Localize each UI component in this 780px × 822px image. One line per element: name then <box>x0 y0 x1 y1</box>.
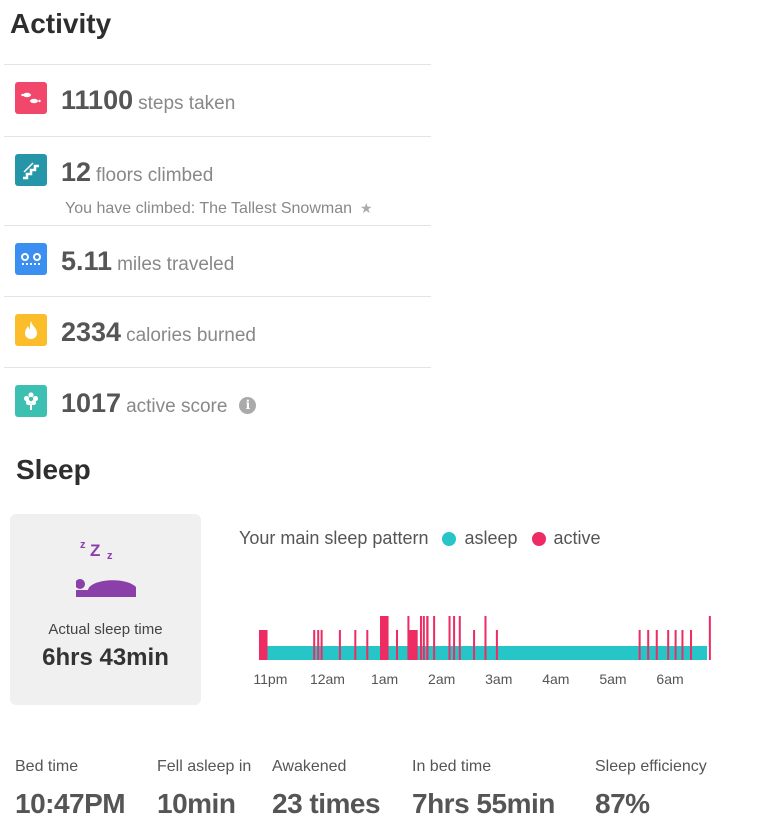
active-bar <box>484 616 487 660</box>
score-label: active score <box>126 396 228 417</box>
calories-value: 2334 <box>61 317 122 347</box>
stat-label: In bed time <box>412 758 492 775</box>
activity-row-distance[interactable]: 5.11 miles traveled <box>4 225 431 296</box>
flower-icon <box>15 385 47 417</box>
active-bar <box>690 630 693 660</box>
activity-row-calories[interactable]: 2334 calories burned <box>4 296 431 367</box>
footsteps-icon <box>15 82 47 114</box>
active-bar <box>655 630 658 660</box>
x-tick-label: 3am <box>485 671 512 687</box>
active-bar <box>667 630 670 660</box>
active-bar <box>258 630 268 660</box>
sleep-title: Sleep <box>16 454 91 485</box>
svg-text:z: z <box>80 539 86 551</box>
activity-row-steps[interactable]: 11100 steps taken <box>4 64 431 136</box>
x-tick-label: 5am <box>599 671 626 687</box>
asleep-bar <box>267 646 708 660</box>
active-bar <box>380 616 389 660</box>
distance-icon <box>15 243 47 275</box>
active-bar <box>419 616 422 660</box>
x-tick-label: 11pm <box>253 671 287 687</box>
x-tick-label: 4am <box>542 671 569 687</box>
stat-value: 10min <box>157 788 236 819</box>
legend-active-label: active <box>553 528 601 548</box>
x-tick-label: 1am <box>371 671 398 687</box>
active-bar <box>313 630 316 660</box>
stat-value: 23 times <box>272 788 381 819</box>
active-bar <box>433 616 436 660</box>
activity-title: Activity <box>10 8 112 39</box>
stat-label: Awakened <box>272 758 347 775</box>
distance-label: miles traveled <box>117 254 235 275</box>
sleep-pattern-chart: 11pm 12am 1am 2am 3am 4am 5am 6am <box>253 616 711 687</box>
active-bar <box>453 616 456 660</box>
active-bar <box>495 630 498 660</box>
active-bar <box>320 630 323 660</box>
active-bar <box>407 616 410 660</box>
stairs-icon <box>15 154 47 186</box>
svg-text:z: z <box>107 550 113 562</box>
activity-row-score[interactable]: 1017 active score i <box>4 367 431 438</box>
active-bar <box>366 630 369 660</box>
sleep-summary-card: z Z z Actual sleep time 6hrs 43min <box>10 514 201 705</box>
active-bar <box>708 616 711 660</box>
floors-label: floors climbed <box>96 165 214 186</box>
active-bar <box>681 630 684 660</box>
stat-value: 7hrs 55min <box>412 788 555 819</box>
legend-active-dot <box>531 531 546 546</box>
activity-row-floors[interactable]: 12 floors climbed You have climbed: The T… <box>4 136 431 225</box>
active-bar <box>426 616 429 660</box>
stat-label: Sleep efficiency <box>595 758 707 775</box>
steps-value: 11100 <box>61 85 134 115</box>
active-bar <box>354 630 357 660</box>
sleeping-bed-icon: z Z z <box>76 539 136 597</box>
flame-icon <box>15 314 47 346</box>
distance-value: 5.11 <box>61 246 113 276</box>
x-tick-label: 12am <box>310 671 345 687</box>
floors-value: 12 <box>61 157 92 187</box>
star-icon[interactable]: ★ <box>360 200 373 216</box>
actual-sleep-label: Actual sleep time <box>48 621 163 638</box>
stat-sleep-efficiency: Sleep efficiency 87% <box>595 758 707 820</box>
active-bar <box>422 616 425 660</box>
active-bar <box>458 616 461 660</box>
score-value: 1017 <box>61 388 122 418</box>
active-bar <box>448 616 451 660</box>
stat-value: 10:47PM <box>15 788 126 819</box>
active-bar <box>338 630 341 660</box>
stat-fell-asleep: Fell asleep in 10min <box>157 758 251 820</box>
actual-sleep-value: 6hrs 43min <box>42 644 169 671</box>
svg-text:Z: Z <box>90 541 100 560</box>
steps-label: steps taken <box>138 93 236 114</box>
stat-bed-time: Bed time 10:47PM <box>15 758 126 820</box>
stat-label: Bed time <box>15 758 79 775</box>
active-bar <box>647 630 650 660</box>
badge-description: You have climbed: The Tallest Snowman <box>65 200 352 217</box>
legend-title: Your main sleep pattern <box>239 528 429 548</box>
stat-in-bed-time: In bed time 7hrs 55min <box>412 758 555 820</box>
info-icon[interactable]: i <box>239 397 257 414</box>
floors-badge-text: You have climbed: The Tallest Snowman ★ <box>65 200 373 218</box>
active-bar <box>409 630 418 660</box>
legend-asleep-dot <box>442 531 457 546</box>
x-tick-label: 2am <box>428 671 455 687</box>
x-tick-label: 6am <box>656 671 683 687</box>
stat-value: 87% <box>595 788 650 819</box>
active-bar <box>674 630 677 660</box>
active-bar <box>317 630 320 660</box>
activity-list: 11100 steps taken 12 floors climbed You ha… <box>4 64 431 438</box>
active-bar <box>473 630 476 660</box>
calories-label: calories burned <box>126 325 256 346</box>
stat-awakened: Awakened 23 times <box>272 758 381 820</box>
active-bar <box>395 630 398 660</box>
stat-label: Fell asleep in <box>157 758 252 775</box>
sleep-legend: Your main sleep pattern asleep active <box>239 528 601 549</box>
active-bar <box>638 630 641 660</box>
legend-asleep-label: asleep <box>464 528 518 548</box>
